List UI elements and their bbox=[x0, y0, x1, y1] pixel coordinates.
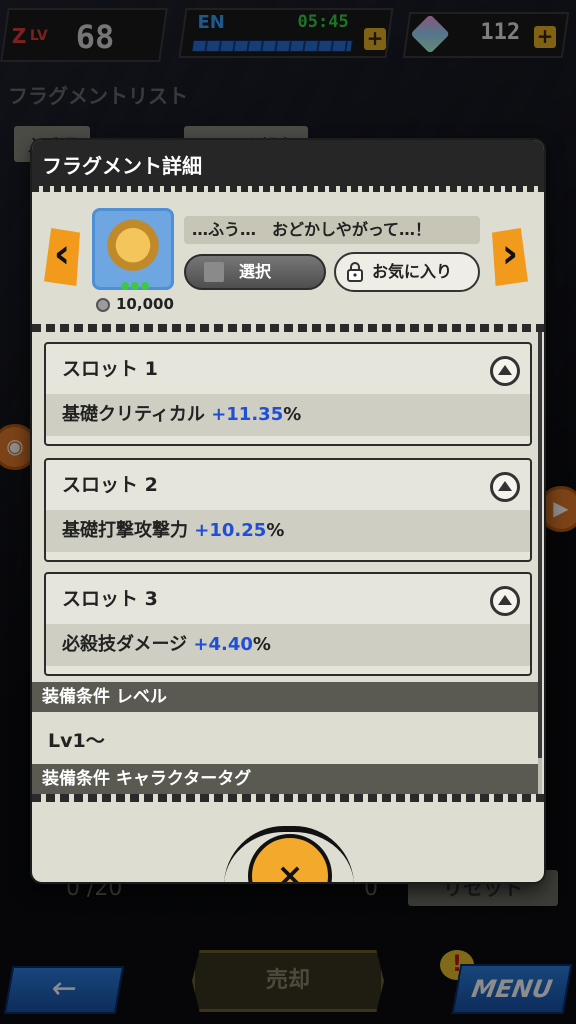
brush-divider bbox=[32, 324, 544, 332]
select-button[interactable]: 選択 bbox=[184, 254, 326, 290]
zeni-icon bbox=[96, 298, 110, 312]
slot-title: スロット 3 bbox=[62, 588, 158, 610]
fragment-detail-modal: フラグメント詳細 ‹ 10,000 …ふう… おどかしやがって…！ 選択 お気に… bbox=[32, 140, 544, 882]
slot-title: スロット 2 bbox=[62, 474, 158, 496]
slot-card-3: スロット 3 必殺技ダメージ +4.40% bbox=[44, 572, 532, 676]
favorite-button-label: お気に入り bbox=[372, 262, 453, 281]
collapse-toggle-icon[interactable] bbox=[490, 472, 520, 502]
lock-icon bbox=[347, 262, 363, 282]
fragment-icon bbox=[92, 208, 174, 290]
level-condition-value: Lv1～ bbox=[48, 730, 105, 752]
slot-stat-name: 必殺技ダメージ bbox=[62, 634, 188, 655]
brush-divider bbox=[32, 794, 544, 802]
modal-title: フラグメント詳細 bbox=[42, 154, 202, 178]
slot-stat-unit: % bbox=[283, 404, 302, 425]
sell-price: 10,000 bbox=[116, 295, 174, 313]
slot-stat-value: +10.25 bbox=[194, 520, 267, 541]
collapse-toggle-icon[interactable] bbox=[490, 586, 520, 616]
next-arrow-button[interactable]: › bbox=[492, 228, 528, 286]
slot-stat-row: 必殺技ダメージ +4.40% bbox=[46, 624, 530, 666]
prev-arrow-button[interactable]: ‹ bbox=[44, 228, 80, 286]
slot-stat-name: 基礎打撃攻撃力 bbox=[62, 520, 188, 541]
slot-title: スロット 1 bbox=[62, 358, 158, 380]
detail-scroll-area[interactable]: スロット 1 基礎クリティカル +11.35% スロット 2 基礎打撃攻撃力 +… bbox=[32, 332, 544, 798]
slot-stat-row: 基礎打撃攻撃力 +10.25% bbox=[46, 510, 530, 552]
slot-card-2: スロット 2 基礎打撃攻撃力 +10.25% bbox=[44, 458, 532, 562]
select-checkbox-icon bbox=[204, 262, 224, 282]
level-condition-header: 装備条件 レベル bbox=[32, 682, 538, 712]
slot-stat-row: 基礎クリティカル +11.35% bbox=[46, 394, 530, 436]
modal-header: フラグメント詳細 bbox=[32, 140, 544, 192]
fragment-quote: …ふう… おどかしやがって…！ bbox=[184, 216, 480, 244]
slot-stat-unit: % bbox=[266, 520, 285, 541]
tag-condition-header: 装備条件 キャラクタータグ bbox=[32, 764, 538, 794]
scrollbar-thumb[interactable] bbox=[538, 332, 542, 758]
collapse-toggle-icon[interactable] bbox=[490, 356, 520, 386]
slot-stat-value: +4.40 bbox=[193, 634, 253, 655]
favorite-button[interactable]: お気に入り bbox=[334, 252, 480, 292]
slot-stat-name: 基礎クリティカル bbox=[62, 404, 205, 425]
slot-card-1: スロット 1 基礎クリティカル +11.35% bbox=[44, 342, 532, 446]
slot-stat-unit: % bbox=[252, 634, 271, 655]
select-button-label: 選択 bbox=[238, 262, 271, 281]
slot-dots-icon bbox=[121, 275, 151, 290]
slot-stat-value: +11.35 bbox=[211, 404, 284, 425]
